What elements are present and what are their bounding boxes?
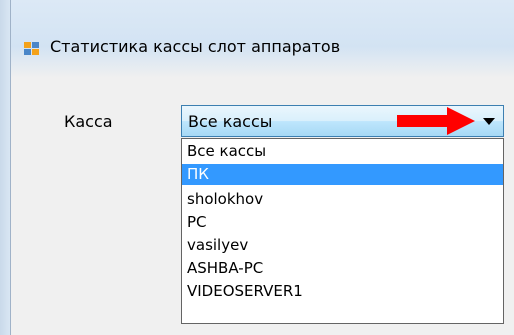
dropdown-option-pc[interactable]: PC: [182, 212, 503, 233]
dropdown-option-all[interactable]: Все кассы: [182, 141, 503, 162]
dropdown-option-videoserver1[interactable]: VIDEOSERVER1: [182, 281, 503, 302]
window-title: Статистика кассы слот аппаратов: [50, 37, 341, 56]
kassa-combobox-value: Все кассы: [188, 112, 273, 131]
dropdown-option-vasilyev[interactable]: vasilyev: [182, 235, 503, 256]
window-left-frame: [0, 0, 11, 335]
dropdown-option-ashba-pc[interactable]: ASHBA-PC: [182, 258, 503, 279]
dropdown-option-pk[interactable]: ПК: [182, 164, 503, 185]
chevron-down-icon[interactable]: [483, 118, 495, 125]
kassa-label: Касса: [64, 112, 113, 131]
app-window-icon: [24, 42, 39, 55]
red-arrow-annotation: [397, 107, 475, 135]
kassa-dropdown-list[interactable]: Все кассы ПК sholokhov PC vasilyev ASHBA…: [181, 138, 504, 324]
dropdown-option-sholokhov[interactable]: sholokhov: [182, 189, 503, 210]
